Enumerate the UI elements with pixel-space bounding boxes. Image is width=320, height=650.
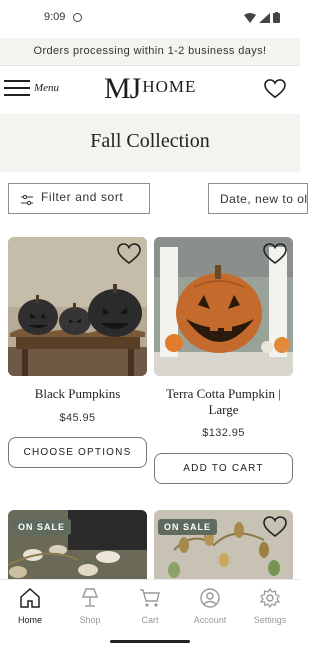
- notification-icon: [73, 13, 82, 22]
- product-image-black-pumpkins[interactable]: [8, 237, 147, 376]
- header: Menu MJ HOME: [0, 66, 300, 114]
- product-price: $132.95: [202, 427, 245, 439]
- wishlist-heart-icon[interactable]: [263, 516, 287, 538]
- lamp-icon: [81, 588, 99, 607]
- nav-item-account[interactable]: Account: [180, 588, 240, 625]
- sale-badge: ON SALE: [158, 519, 218, 535]
- logo-home: HOME: [142, 77, 197, 96]
- product-price: $45.95: [59, 412, 96, 424]
- product-image-terra-cotta-pumpkin[interactable]: [154, 237, 293, 376]
- nav-label: Shop: [79, 615, 101, 625]
- cart-icon: [140, 589, 160, 607]
- nav-item-settings[interactable]: Settings: [240, 587, 300, 625]
- sort-dropdown[interactable]: Date, new to old: [208, 183, 308, 214]
- logo-mj: MJ: [104, 72, 141, 105]
- nav-label: Cart: [141, 615, 159, 625]
- bottom-nav: Home Shop Cart Account Settings: [0, 579, 300, 650]
- collection-banner: Fall Collection: [0, 114, 300, 172]
- wishlist-heart-icon[interactable]: [264, 79, 286, 99]
- wishlist-heart-icon[interactable]: [263, 243, 287, 265]
- sale-badge: ON SALE: [12, 519, 72, 535]
- menu-label: Menu: [34, 82, 60, 94]
- product-title[interactable]: Black Pumpkins: [8, 386, 147, 402]
- add-to-cart-button[interactable]: ADD TO CART: [154, 453, 293, 484]
- nav-label: Account: [193, 615, 227, 625]
- nav-label: Settings: [253, 615, 287, 625]
- settings-icon: [259, 587, 281, 609]
- home-icon: [20, 587, 40, 608]
- nav-label: Home: [17, 615, 42, 625]
- filter-label: Filter and sort: [41, 190, 124, 204]
- nav-item-home[interactable]: Home: [0, 587, 60, 625]
- sort-label: Date, new to old: [220, 192, 308, 206]
- wishlist-heart-icon[interactable]: [117, 243, 141, 265]
- status-time: 9:09: [44, 11, 66, 23]
- nav-item-cart[interactable]: Cart: [120, 588, 180, 625]
- status-icons: [244, 12, 280, 23]
- account-icon: [200, 588, 220, 608]
- nav-item-shop[interactable]: Shop: [60, 588, 120, 625]
- page-title: Fall Collection: [90, 130, 210, 152]
- choose-options-button[interactable]: CHOOSE OPTIONS: [8, 437, 147, 468]
- hamburger-icon: [4, 80, 30, 96]
- gesture-bar: [110, 640, 190, 643]
- filter-icon: [21, 194, 33, 206]
- logo[interactable]: MJ HOME: [104, 72, 196, 106]
- wifi-icon: [244, 12, 256, 23]
- filter-and-sort-button[interactable]: Filter and sort: [8, 183, 150, 214]
- status-bar: 9:09: [0, 0, 300, 38]
- menu-button[interactable]: Menu: [4, 80, 59, 96]
- battery-icon: [273, 12, 280, 23]
- signal-icon: [259, 12, 270, 23]
- product-title[interactable]: Terra Cotta Pumpkin | Large: [154, 386, 293, 418]
- announcement-bar: Orders processing within 1-2 business da…: [0, 38, 300, 66]
